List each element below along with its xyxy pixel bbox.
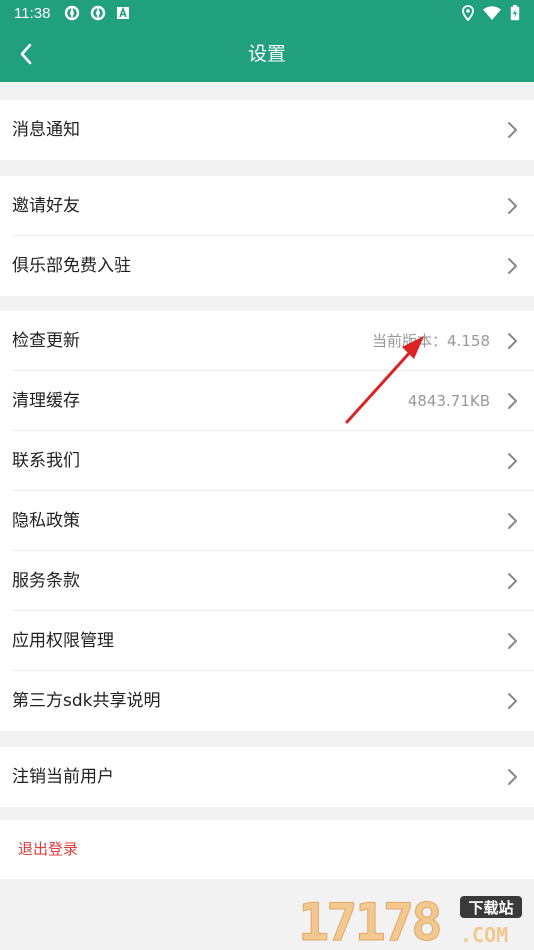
logout-button[interactable]: 退出登录 [18, 820, 78, 879]
watermark-badge: 下载站 [468, 899, 513, 917]
settings-row-contact-us[interactable]: 联系我们 [0, 431, 534, 491]
chevron-right-icon [508, 333, 517, 349]
row-label: 隐私政策 [12, 511, 80, 531]
row-label: 注销当前用户 [12, 767, 114, 787]
logout-row[interactable]: 退出登录 [0, 820, 534, 879]
status-time: 11:38 [14, 4, 51, 22]
status-bar: 11:38 [0, 0, 534, 26]
wifi-icon [483, 6, 501, 20]
settings-row-notifications[interactable]: 消息通知 [0, 100, 534, 160]
settings-group-notifications: 消息通知 [0, 100, 534, 160]
settings-group-account: 注销当前用户 [0, 747, 534, 807]
row-label: 联系我们 [12, 451, 80, 471]
watermark-number: 17178 [298, 894, 440, 946]
cache-size-value: 4843.71KB [407, 392, 490, 410]
page-title: 设置 [247, 43, 286, 65]
version-value: 当前版本：4.158 [372, 332, 490, 350]
chevron-right-icon [508, 513, 517, 529]
location-icon [462, 5, 474, 21]
row-label: 清理缓存 [12, 391, 80, 411]
settings-row-clear-cache[interactable]: 清理缓存 4843.71KB [0, 371, 534, 431]
row-label: 应用权限管理 [12, 631, 114, 651]
chevron-right-icon [508, 573, 517, 589]
settings-row-app-permissions[interactable]: 应用权限管理 [0, 611, 534, 671]
chevron-right-icon [508, 453, 517, 469]
chevron-right-icon [508, 633, 517, 649]
row-label: 俱乐部免费入驻 [12, 256, 131, 276]
app-notification-icon [65, 5, 80, 21]
status-right-icons [462, 5, 520, 21]
chevron-right-icon [508, 393, 517, 409]
row-label: 服务条款 [12, 571, 80, 591]
battery-icon [510, 5, 520, 21]
watermark-logo: 17178 下载站 .COM [298, 893, 526, 950]
row-label: 检查更新 [12, 331, 80, 351]
settings-row-third-party-sdk[interactable]: 第三方sdk共享说明 [0, 671, 534, 731]
app-bar: 设置 [0, 26, 534, 82]
settings-row-club-join[interactable]: 俱乐部免费入驻 [0, 236, 534, 296]
settings-row-check-update[interactable]: 检查更新 当前版本：4.158 [0, 311, 534, 371]
chevron-right-icon [508, 198, 517, 214]
watermark-suffix: .COM [460, 923, 508, 946]
settings-row-terms-of-service[interactable]: 服务条款 [0, 551, 534, 611]
chevron-right-icon [508, 122, 517, 138]
chevron-right-icon [508, 258, 517, 274]
chevron-right-icon [508, 769, 517, 785]
row-label: 第三方sdk共享说明 [12, 691, 161, 711]
row-label: 邀请好友 [12, 196, 80, 216]
settings-group-social: 邀请好友 俱乐部免费入驻 [0, 176, 534, 296]
settings-group-general: 检查更新 当前版本：4.158 清理缓存 4843.71KB 联系我们 隐私政策… [0, 311, 534, 731]
a-letter-icon [117, 6, 130, 19]
status-left-icons [64, 5, 130, 21]
settings-row-invite-friends[interactable]: 邀请好友 [0, 176, 534, 236]
row-label: 消息通知 [12, 120, 80, 140]
app-notification-icon [91, 5, 106, 21]
settings-row-deactivate-account[interactable]: 注销当前用户 [0, 747, 534, 807]
settings-row-privacy-policy[interactable]: 隐私政策 [0, 491, 534, 551]
chevron-right-icon [508, 693, 517, 709]
